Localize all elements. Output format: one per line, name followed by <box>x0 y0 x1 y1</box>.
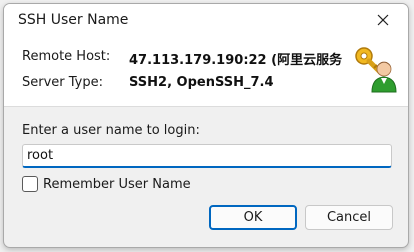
checkbox-box[interactable] <box>22 176 38 192</box>
username-input[interactable] <box>22 144 392 168</box>
ok-button[interactable]: OK <box>209 205 297 230</box>
ssh-user-name-dialog: SSH User Name Remote Host: 47.113.179.19… <box>3 3 409 248</box>
close-icon <box>377 14 389 26</box>
connection-info-panel: Remote Host: 47.113.179.190:22 (阿里云服务 Se… <box>4 36 408 107</box>
server-type-value: SSH2, OpenSSH_7.4 <box>129 75 274 90</box>
key-user-icon <box>355 47 397 93</box>
title-bar: SSH User Name <box>4 4 408 36</box>
cancel-button[interactable]: Cancel <box>305 205 393 230</box>
window-title: SSH User Name <box>18 12 129 28</box>
remember-username-checkbox[interactable]: Remember User Name <box>22 176 191 192</box>
username-prompt: Enter a user name to login: <box>22 123 200 138</box>
remote-host-label: Remote Host: <box>22 49 111 64</box>
close-button[interactable] <box>366 7 400 33</box>
remote-host-value: 47.113.179.190:22 (阿里云服务 <box>129 53 343 68</box>
remember-username-label: Remember User Name <box>43 176 191 192</box>
server-type-label: Server Type: <box>22 75 104 90</box>
